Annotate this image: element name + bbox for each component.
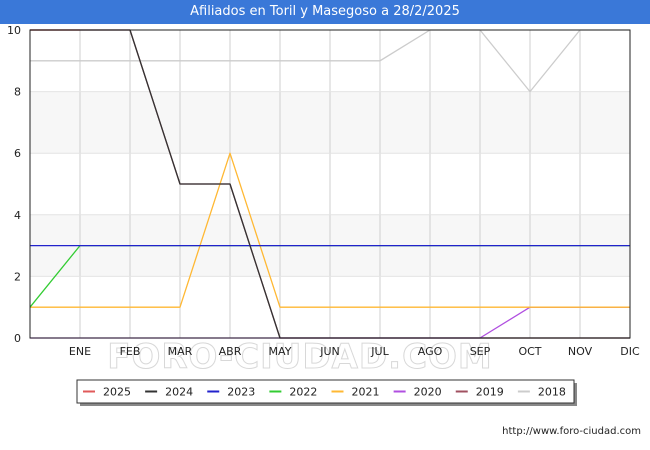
legend-label-2024: 2024: [165, 386, 193, 399]
legend-label-2021: 2021: [352, 386, 380, 399]
legend-label-2022: 2022: [289, 386, 317, 399]
y-tick-label: 6: [14, 147, 21, 160]
x-tick-label: NOV: [568, 345, 593, 358]
y-tick-label: 2: [14, 270, 21, 283]
x-tick-label: AGO: [418, 345, 443, 358]
x-tick-label: JUL: [370, 345, 389, 358]
y-tick-label: 4: [14, 209, 21, 222]
legend: 2025 2024 2023 2022 2021 2020 2019 2018: [76, 379, 577, 406]
legend-label-2019: 2019: [476, 386, 504, 399]
x-tick-label: ABR: [219, 345, 242, 358]
x-tick-label: SEP: [470, 345, 491, 358]
x-tick-label: ENE: [69, 345, 91, 358]
y-tick-label: 10: [7, 24, 21, 37]
legend-label-2023: 2023: [227, 386, 255, 399]
x-tick-label: MAR: [168, 345, 193, 358]
y-tick-label: 0: [14, 332, 21, 345]
x-tick-label: FEB: [120, 345, 141, 358]
y-axis-ticks: 0 2 4 6 8 10: [7, 24, 21, 345]
x-tick-label: OCT: [518, 345, 541, 358]
source-link[interactable]: http://www.foro-ciudad.com: [502, 426, 641, 437]
y-tick-label: 8: [14, 86, 21, 99]
legend-label-2020: 2020: [414, 386, 442, 399]
legend-label-2025: 2025: [103, 386, 131, 399]
x-tick-label: DIC: [620, 345, 640, 358]
line-chart: FORO-CIUDAD.COM 0246810 ENE FEB MAR ABR MAY J…: [7, 24, 640, 406]
x-tick-label: MAY: [269, 345, 292, 358]
legend-label-2018: 2018: [538, 386, 566, 399]
x-tick-label: JUN: [319, 345, 340, 358]
